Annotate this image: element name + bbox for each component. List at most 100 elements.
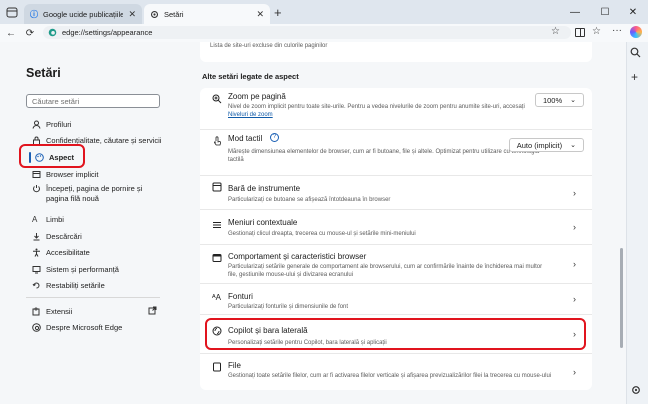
edge-logo-icon <box>48 28 57 37</box>
row-desc: Particularizați setările generale de com… <box>228 264 543 278</box>
zoom-desc-wrap: Nivel de zoom implicit pentru toate site… <box>228 103 553 119</box>
chevron-right-icon: › <box>573 294 576 304</box>
chevron-right-icon: › <box>573 222 576 232</box>
close-tab-icon[interactable]: ✕ <box>256 9 264 20</box>
excluded-sites-text: Lista de site-uri excluse din culorile p… <box>210 43 328 49</box>
edge-icon <box>32 322 41 332</box>
more-menu-icon[interactable]: ··· <box>612 25 622 36</box>
refresh-icon[interactable]: ⟳ <box>22 25 38 41</box>
toolbar-row[interactable]: Bară de instrumente Particularizați ce b… <box>200 176 592 210</box>
zoom-value: 100% <box>542 95 563 105</box>
favorite-star-icon[interactable]: ☆ <box>551 26 560 37</box>
settings-gear-icon[interactable] <box>631 385 641 395</box>
profile-icon <box>32 120 41 129</box>
zoom-icon <box>212 94 222 104</box>
search-input[interactable]: Căutare setări <box>26 94 160 108</box>
sidebar-item-label: Accesibilitate <box>46 247 90 257</box>
row-title: Fonturi <box>228 292 253 301</box>
sidebar-item-default-browser[interactable]: Browser implicit <box>32 168 99 180</box>
touch-mode-dropdown[interactable]: Auto (implicit) ⌄ <box>508 138 584 152</box>
close-tab-icon[interactable]: ✕ <box>128 9 136 20</box>
sidebar-item-extensions[interactable]: Extensii <box>32 305 72 317</box>
font-icon: ᴬA <box>212 293 221 302</box>
chevron-right-icon: › <box>573 187 576 198</box>
sidebar-item-start-page[interactable]: Începeți, pagina de pornire și <box>32 182 142 194</box>
browser-window-icon <box>212 253 222 263</box>
sidebar-item-label: Browser implicit <box>46 169 99 179</box>
browser-icon <box>32 170 41 179</box>
sidebar-item-languages[interactable]: A Limbi <box>32 213 64 225</box>
toolbar-icon <box>212 182 222 192</box>
scrollbar[interactable] <box>620 248 623 348</box>
zoom-dropdown[interactable]: 100% ⌄ <box>534 93 584 107</box>
accessibility-icon <box>32 248 41 257</box>
back-icon[interactable]: ← <box>3 25 19 41</box>
sidebar-item-label: Profiluri <box>46 119 72 129</box>
sidebar-item-label-line2: pagina filă nouă <box>46 194 99 203</box>
workspaces-icon[interactable] <box>6 7 18 18</box>
sidebar-item-system[interactable]: Sistem și performanță <box>32 263 119 275</box>
context-menus-row[interactable]: Meniuri contextuale Gestionați clicul dr… <box>200 210 592 245</box>
touch-icon <box>212 136 222 146</box>
browser-behavior-row[interactable]: Comportament și caracteristici browser P… <box>200 245 592 284</box>
zoom-levels-link[interactable]: Niveluri de zoom <box>228 112 273 118</box>
touch-desc: Mărește dimensiunea elementelor de brows… <box>228 149 540 163</box>
sidebar-item-label: Limbi <box>46 214 64 224</box>
sidebar-item-downloads[interactable]: Descărcări <box>32 230 82 242</box>
highlight-aspect <box>19 144 85 168</box>
section-title: Alte setări legate de aspect <box>202 72 299 81</box>
zoom-title: Zoom pe pagină <box>228 92 286 101</box>
row-title: Bară de instrumente <box>228 184 301 193</box>
puzzle-icon <box>32 307 41 316</box>
touch-title: Mod tactil <box>228 134 263 143</box>
minimize-button[interactable]: — <box>560 0 590 24</box>
sidebar-item-label: Sistem și performanță <box>46 264 119 274</box>
address-bar[interactable]: edge://settings/appearance <box>43 26 571 39</box>
favorites-icon[interactable]: ☆ <box>592 26 601 37</box>
touch-mode-row: Mod tactil ? Mărește dimensiunea element… <box>200 130 592 176</box>
row-desc: Particularizați fonturile și dimensiunil… <box>228 304 349 310</box>
language-icon: A <box>32 214 38 224</box>
tab-settings[interactable]: Setări ✕ <box>144 4 270 24</box>
row-desc: Particularizați ce butoane se afișează î… <box>228 197 391 203</box>
row-title: Meniuri contextuale <box>228 218 298 227</box>
tab-icon <box>212 362 222 372</box>
sidebar-item-reset[interactable]: Restabiliți setările <box>32 279 105 291</box>
touch-mode-value: Auto (implicit) <box>516 140 563 150</box>
row-desc: Gestionați toate setările filelor, cum a… <box>228 373 552 379</box>
system-icon <box>32 265 41 274</box>
copilot-icon[interactable] <box>630 26 642 38</box>
address-url: edge://settings/appearance <box>62 28 153 37</box>
sidebar-item-about[interactable]: Despre Microsoft Edge <box>32 321 122 333</box>
power-icon <box>32 184 41 193</box>
sidebar-item-accessibility[interactable]: Accesibilitate <box>32 246 90 258</box>
help-icon[interactable]: ? <box>270 133 279 142</box>
reset-icon <box>32 281 41 290</box>
tab-title: Setări <box>164 9 184 19</box>
zoom-row: Zoom pe pagină Nivel de zoom implicit pe… <box>200 88 592 130</box>
add-icon[interactable]: + <box>631 70 638 84</box>
tabs-row[interactable]: File Gestionați toate setările filelor, … <box>200 354 592 390</box>
sidebar-item-label: Despre Microsoft Edge <box>46 322 123 332</box>
download-icon <box>32 232 41 241</box>
row-title: File <box>228 361 241 370</box>
chevron-right-icon: › <box>573 367 576 377</box>
chevron-down-icon: ⌄ <box>570 97 576 104</box>
maximize-button[interactable]: ☐ <box>590 0 620 24</box>
new-tab-button[interactable]: + <box>274 5 282 20</box>
close-window-button[interactable]: ✕ <box>618 0 648 24</box>
chevron-down-icon: ⌄ <box>570 142 576 149</box>
sidebar-item-label: Începeți, pagina de pornire și <box>46 183 143 193</box>
fonts-row[interactable]: ᴬA Fonturi Particularizați fonturile și … <box>200 284 592 315</box>
search-icon[interactable] <box>630 47 641 58</box>
tab-google-news[interactable]: ⓘ Google ucide publicațiile indepe ✕ <box>24 4 142 24</box>
gear-icon <box>150 10 159 19</box>
chevron-right-icon: › <box>573 259 576 269</box>
sidebar-item-label: Descărcări <box>46 231 82 241</box>
sidebar-divider <box>26 297 160 298</box>
menu-icon <box>212 220 222 230</box>
page-title: Setări <box>26 66 61 80</box>
sidebar-item-profiles[interactable]: Profiluri <box>32 118 71 130</box>
split-screen-icon[interactable] <box>575 28 585 37</box>
sidebar-rail <box>626 42 648 404</box>
